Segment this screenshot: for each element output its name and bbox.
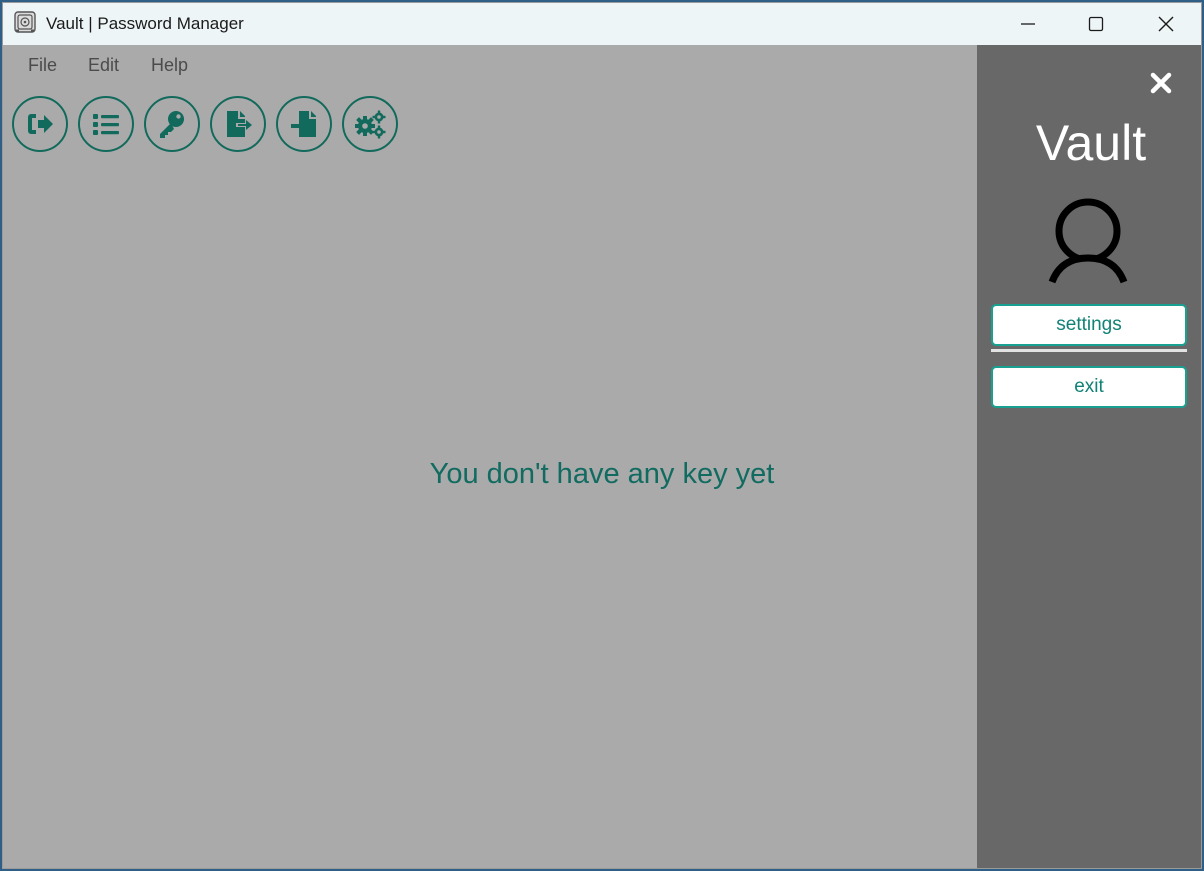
maximize-icon — [1088, 16, 1104, 32]
minimize-button[interactable] — [1005, 3, 1051, 45]
menu-file[interactable]: File — [28, 53, 57, 77]
logout-button[interactable] — [12, 96, 68, 152]
import-button[interactable] — [276, 96, 332, 152]
add-key-button[interactable] — [144, 96, 200, 152]
close-window-button[interactable] — [1143, 3, 1189, 45]
sidebar-panel: Vault settings exit — [977, 45, 1201, 868]
key-icon — [160, 111, 184, 138]
menu-edit[interactable]: Edit — [88, 53, 119, 77]
app-window: Vault | Password Manager File Edit Help — [2, 2, 1202, 869]
close-icon — [1158, 16, 1174, 32]
sidebar-close-button[interactable] — [1147, 69, 1175, 97]
safe-icon — [14, 11, 36, 33]
maximize-button[interactable] — [1073, 3, 1119, 45]
menu-help[interactable]: Help — [151, 53, 188, 77]
file-export-icon — [227, 111, 252, 137]
sidebar-divider — [991, 349, 1187, 352]
window-title: Vault | Password Manager — [46, 14, 244, 33]
user-icon — [1048, 198, 1128, 284]
list-icon — [93, 114, 119, 135]
settings-button[interactable]: settings — [991, 304, 1187, 346]
title-bar[interactable]: Vault | Password Manager — [3, 3, 1201, 45]
close-icon — [1150, 72, 1172, 94]
settings-toolbar-button[interactable] — [342, 96, 398, 152]
gears-icon — [355, 110, 386, 139]
export-button[interactable] — [210, 96, 266, 152]
list-keys-button[interactable] — [78, 96, 134, 152]
sign-out-icon — [28, 114, 53, 134]
exit-button[interactable]: exit — [991, 366, 1187, 408]
file-import-icon — [291, 111, 316, 137]
minimize-icon — [1021, 23, 1035, 25]
sidebar-title: Vault — [1035, 115, 1147, 171]
